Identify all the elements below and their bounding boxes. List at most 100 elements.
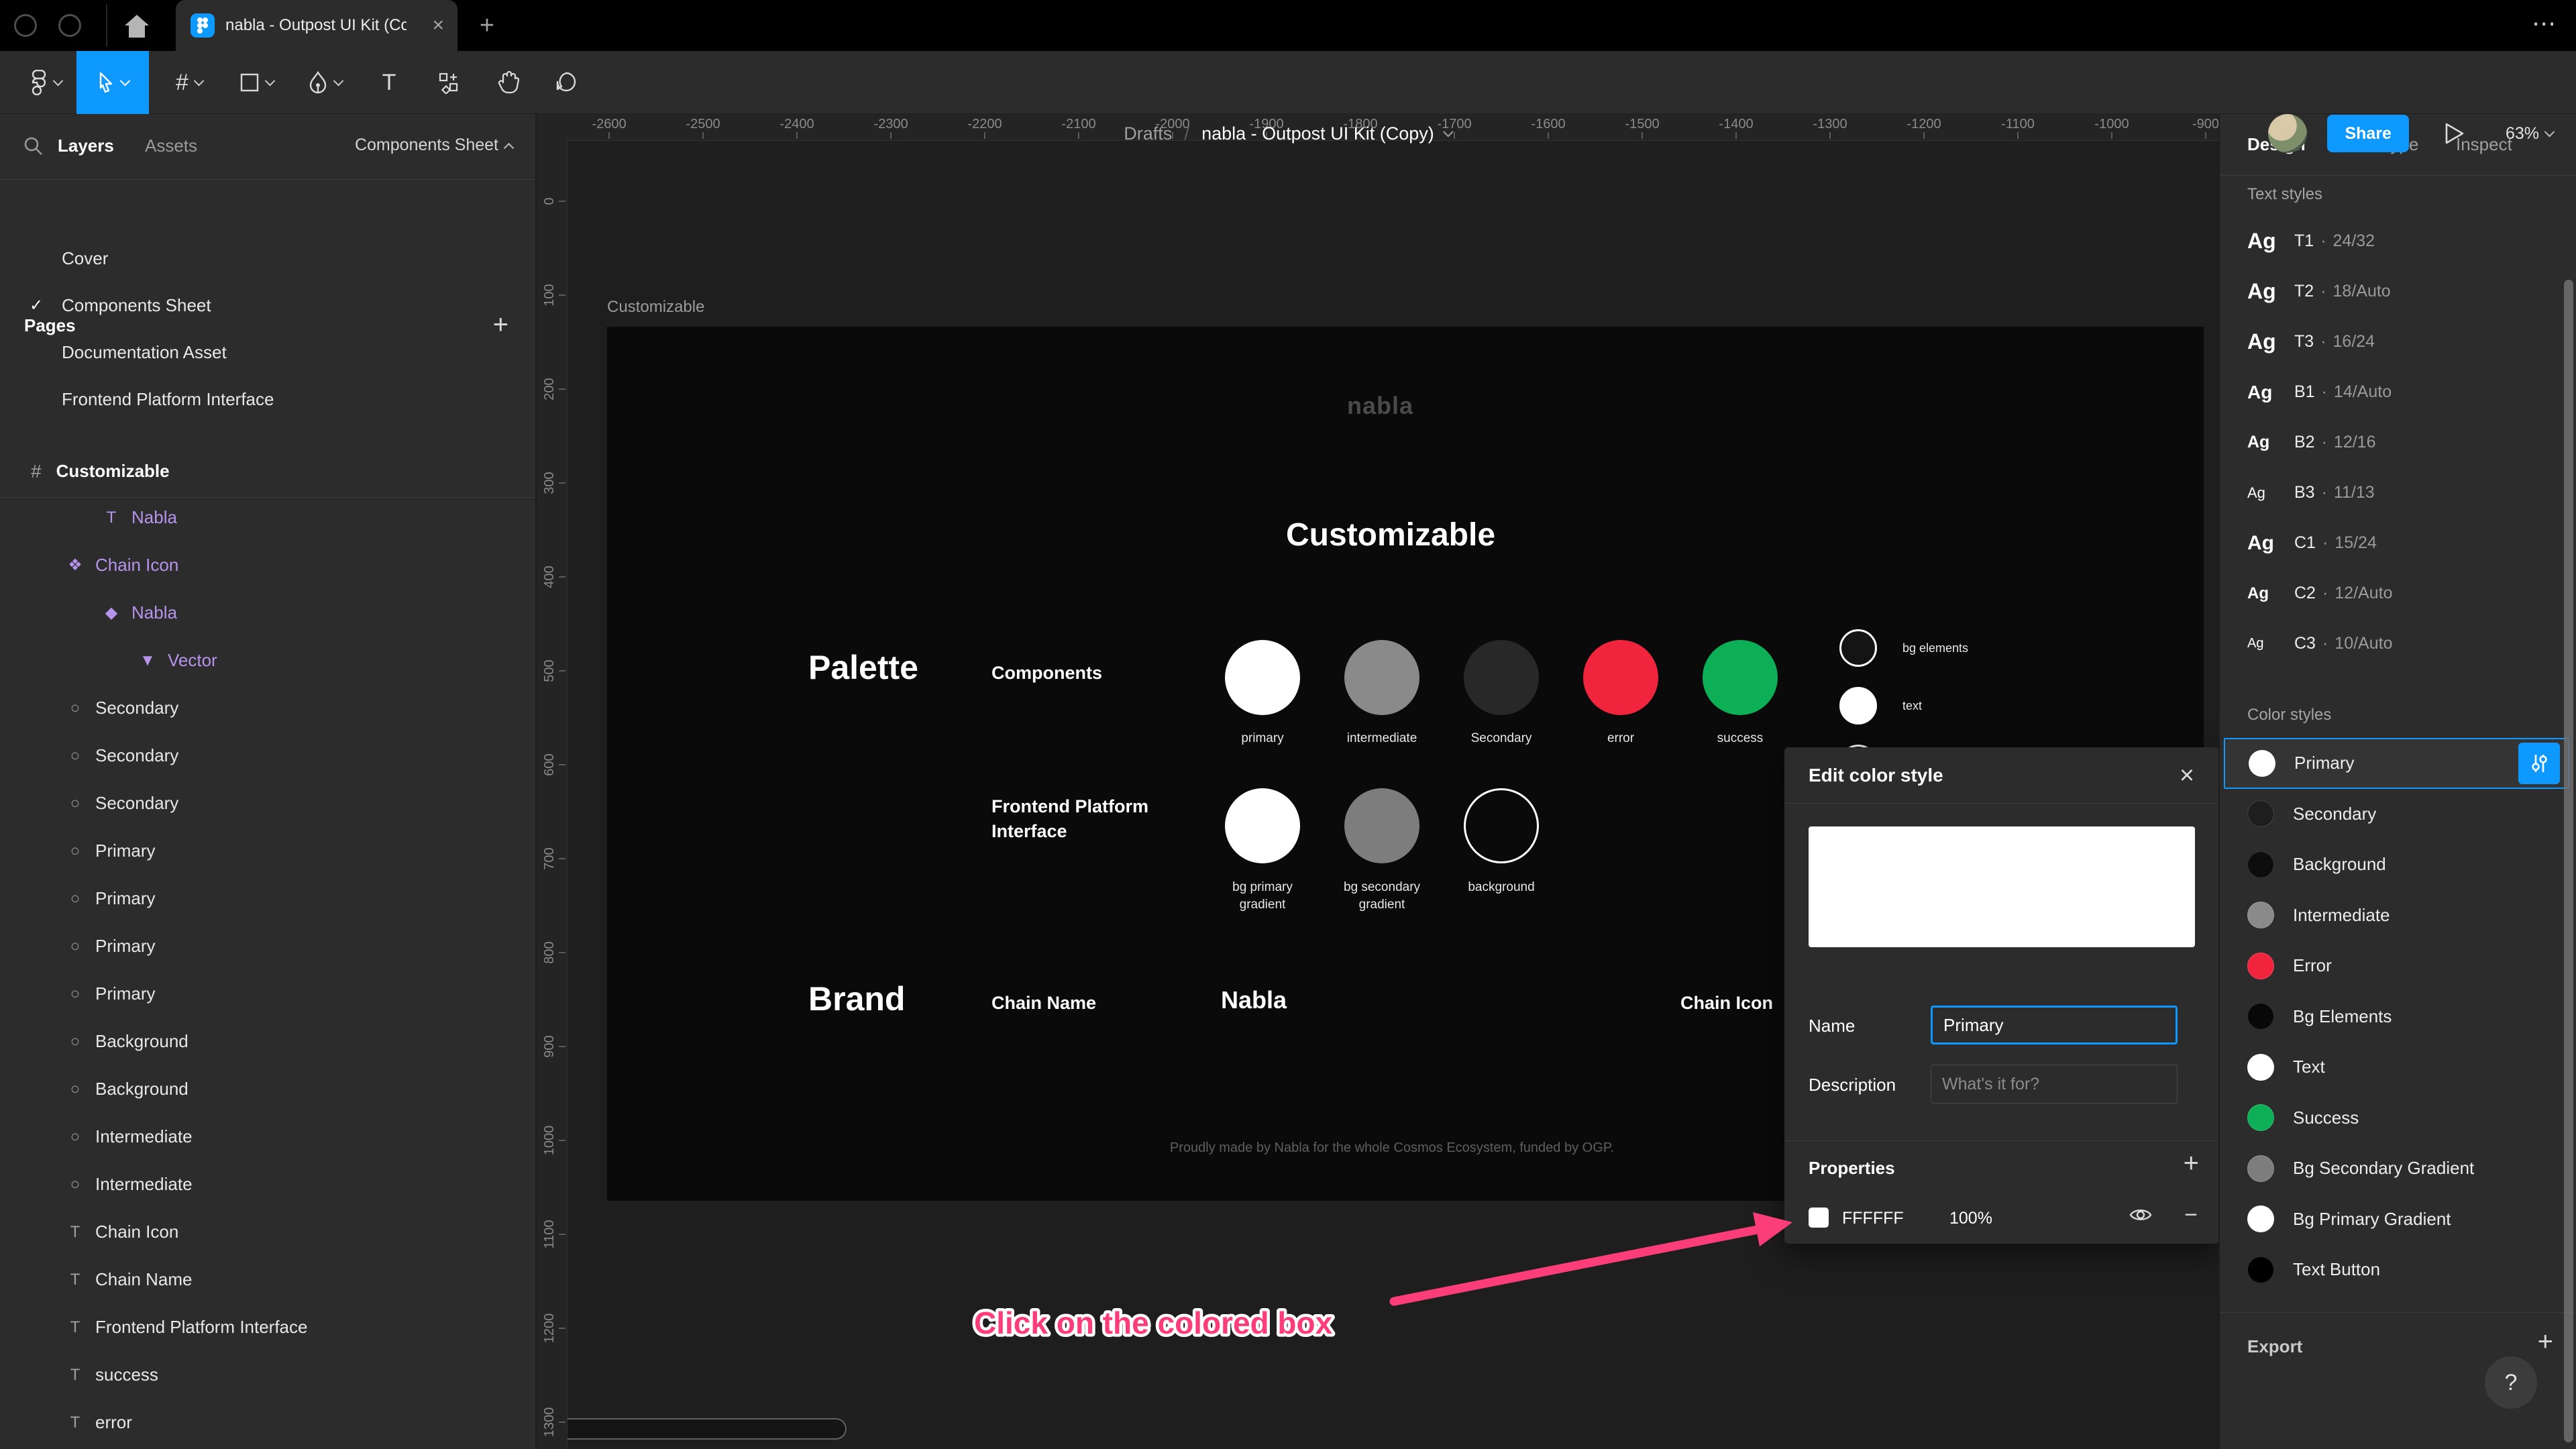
tab-layers[interactable]: Layers xyxy=(58,136,114,156)
page-selector-dropdown[interactable]: Components Sheet xyxy=(355,136,515,155)
comment-tool-button[interactable] xyxy=(541,51,592,114)
fpi-swatch-circle[interactable] xyxy=(1225,788,1300,863)
add-export-button[interactable]: + xyxy=(2538,1327,2553,1357)
layer-row[interactable]: ❖ Chain Icon xyxy=(0,541,535,589)
fpi-swatch-circle[interactable] xyxy=(1344,788,1419,863)
mini-swatch-label[interactable]: text xyxy=(1902,699,1922,713)
color-style-row[interactable]: Success xyxy=(2224,1093,2569,1144)
color-style-row[interactable]: Background xyxy=(2224,839,2569,890)
layer-row[interactable]: T Nabla xyxy=(0,494,535,541)
layer-row[interactable]: T Chain Icon xyxy=(0,1208,535,1256)
layer-row[interactable]: ○ Primary xyxy=(0,922,535,970)
layer-row[interactable]: ○ Background xyxy=(0,1018,535,1065)
color-swatch-circle[interactable] xyxy=(1464,640,1539,715)
text-style-row[interactable]: Ag B3 · 11/13 xyxy=(2220,468,2576,518)
layer-row[interactable]: ○ Primary xyxy=(0,875,535,922)
layer-row[interactable]: T Frontend Platform Interface xyxy=(0,1303,535,1351)
mini-swatch-label[interactable]: bg elements xyxy=(1902,641,1968,655)
breadcrumb[interactable]: Drafts / nabla - Outpost UI Kit (Copy) xyxy=(1124,102,1454,165)
swatch-label[interactable]: success xyxy=(1703,731,1778,746)
color-style-row[interactable]: Intermediate xyxy=(2224,890,2569,941)
help-button[interactable]: ? xyxy=(2485,1356,2537,1409)
text-style-row[interactable]: Ag B2 · 12/16 xyxy=(2220,417,2576,468)
color-style-row[interactable]: Primary xyxy=(2224,738,2569,789)
page-item[interactable]: ✓ Documentation Asset xyxy=(0,329,535,376)
layer-row[interactable]: ○ Primary xyxy=(0,827,535,875)
breadcrumb-file[interactable]: nabla - Outpost UI Kit (Copy) xyxy=(1201,123,1434,144)
property-color-swatch[interactable] xyxy=(1809,1208,1829,1228)
main-menu-button[interactable] xyxy=(15,51,76,114)
fpi-swatch-label[interactable]: bg primary gradient xyxy=(1212,879,1313,914)
adjust-style-button[interactable] xyxy=(2518,742,2560,784)
layer-row[interactable]: ○ Secondary xyxy=(0,684,535,732)
color-style-row[interactable]: Secondary xyxy=(2224,789,2569,840)
name-input[interactable] xyxy=(1931,1006,2178,1044)
color-style-row[interactable]: Error xyxy=(2224,941,2569,991)
color-preview-box[interactable] xyxy=(1809,826,2195,947)
color-style-row[interactable]: Bg Elements xyxy=(2224,991,2569,1042)
mini-swatch-circle[interactable] xyxy=(1839,687,1877,724)
breadcrumb-folder[interactable]: Drafts xyxy=(1124,123,1172,144)
frame-footer-text[interactable]: Proudly made by Nabla for the whole Cosm… xyxy=(1127,1140,1657,1156)
search-icon[interactable] xyxy=(23,136,44,160)
layer-row[interactable]: ▼ Vector xyxy=(0,637,535,684)
brand-heading[interactable]: Brand xyxy=(808,979,905,1018)
layer-row[interactable]: T error xyxy=(0,1399,535,1446)
new-tab-button[interactable]: + xyxy=(474,12,500,39)
swatch-label[interactable]: primary xyxy=(1225,731,1300,746)
move-tool-button[interactable] xyxy=(76,51,149,114)
text-style-row[interactable]: Ag C2 · 12/Auto xyxy=(2220,568,2576,619)
share-button[interactable]: Share xyxy=(2327,115,2409,152)
text-style-row[interactable]: Ag T1 · 24/32 xyxy=(2220,216,2576,266)
panel-scrollbar[interactable] xyxy=(2564,280,2573,1442)
mini-swatch-circle[interactable] xyxy=(1839,629,1877,667)
horizontal-scrollbar[interactable] xyxy=(568,1418,847,1440)
text-tool-button[interactable]: T xyxy=(368,51,411,114)
fpi-swatch-label[interactable]: background xyxy=(1451,879,1552,896)
palette-heading[interactable]: Palette xyxy=(808,648,918,687)
fpi-heading[interactable]: Frontend Platform Interface xyxy=(991,794,1148,844)
dialog-header[interactable]: Edit color style xyxy=(1784,747,2219,804)
frame-section-row[interactable]: # Customizable xyxy=(0,445,535,498)
fpi-swatch-circle[interactable] xyxy=(1464,788,1539,863)
visibility-eye-icon[interactable] xyxy=(2129,1206,2152,1227)
chain-icon-label[interactable]: Chain Icon xyxy=(1680,993,1773,1014)
chain-name-label[interactable]: Chain Name xyxy=(991,993,1096,1014)
window-control-minimize[interactable] xyxy=(58,14,81,37)
shape-tool-button[interactable] xyxy=(231,51,282,114)
color-style-row[interactable]: Bg Secondary Gradient xyxy=(2224,1143,2569,1194)
close-tab-icon[interactable]: × xyxy=(432,15,444,36)
component-tool-button[interactable] xyxy=(425,51,472,114)
swatch-label[interactable]: error xyxy=(1583,731,1658,746)
layer-row[interactable]: ○ Secondary xyxy=(0,732,535,780)
text-style-row[interactable]: Ag C1 · 15/24 xyxy=(2220,518,2576,568)
property-hex-value[interactable]: FFFFFF xyxy=(1842,1209,1904,1228)
layer-row[interactable]: ○ Background xyxy=(0,1065,535,1113)
window-control-close[interactable] xyxy=(14,14,37,37)
swatch-label[interactable]: Secondary xyxy=(1464,731,1539,746)
layer-row[interactable]: ◆ Nabla xyxy=(0,589,535,637)
color-swatch-circle[interactable] xyxy=(1225,640,1300,715)
add-property-button[interactable]: + xyxy=(2184,1148,2199,1179)
file-tab[interactable]: nabla - Outpost UI Kit (Copy) × xyxy=(176,0,458,51)
property-opacity-value[interactable]: 100% xyxy=(1949,1209,1992,1228)
more-options-icon[interactable]: ⋯ xyxy=(2532,9,2557,38)
page-item[interactable]: ✓ Frontend Platform Interface xyxy=(0,376,535,423)
description-input[interactable] xyxy=(1931,1065,2178,1104)
color-style-row[interactable]: Text Button xyxy=(2224,1244,2569,1295)
text-style-row[interactable]: Ag C3 · 10/Auto xyxy=(2220,619,2576,669)
components-label[interactable]: Components xyxy=(991,663,1102,684)
present-play-icon[interactable] xyxy=(2438,119,2468,148)
avatar[interactable] xyxy=(2268,114,2308,153)
color-swatch-circle[interactable] xyxy=(1703,640,1778,715)
color-style-row[interactable]: Bg Primary Gradient xyxy=(2224,1194,2569,1245)
zoom-level-dropdown[interactable]: 63% xyxy=(2506,124,2555,144)
text-style-row[interactable]: Ag T3 · 16/24 xyxy=(2220,317,2576,367)
frame-tool-button[interactable]: # xyxy=(164,51,215,114)
page-item[interactable]: ✓ Components Sheet xyxy=(0,282,535,329)
close-icon[interactable]: × xyxy=(2172,761,2202,790)
swatch-label[interactable]: intermediate xyxy=(1344,731,1419,746)
layer-row[interactable]: T success xyxy=(0,1351,535,1399)
layer-row[interactable]: ○ Intermediate xyxy=(0,1113,535,1161)
text-style-row[interactable]: Ag B1 · 14/Auto xyxy=(2220,367,2576,417)
